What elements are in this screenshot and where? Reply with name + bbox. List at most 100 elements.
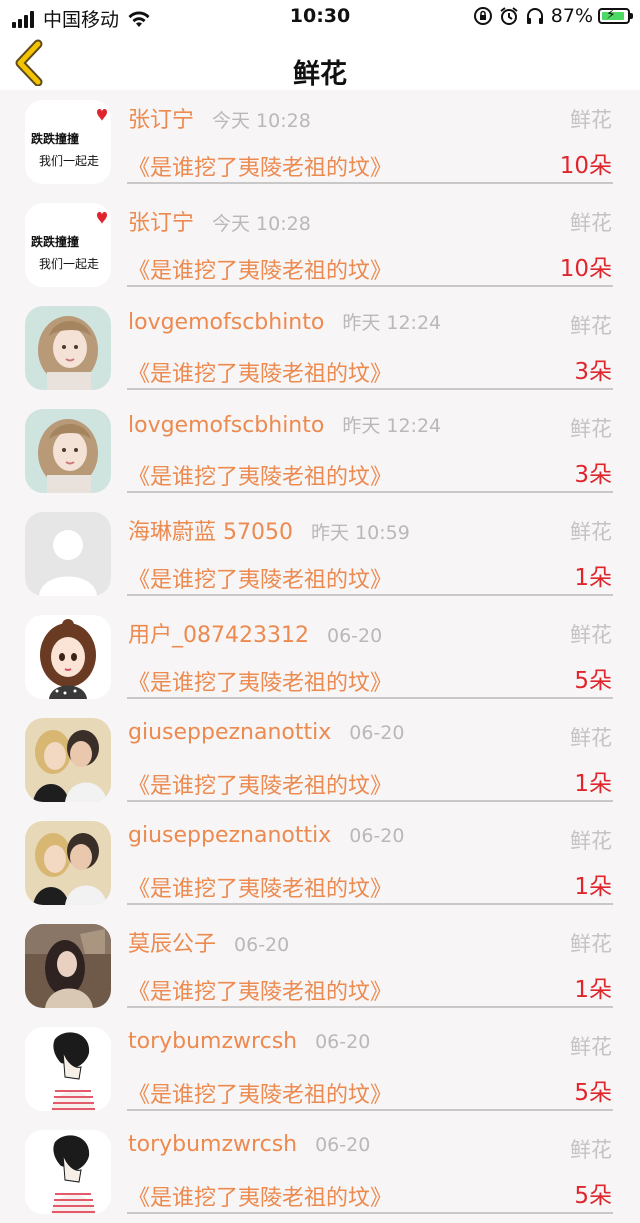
gift-category: 鲜花 [570, 1035, 612, 1059]
avatar[interactable] [25, 615, 111, 699]
timestamp: 06-20 [315, 1134, 371, 1156]
flower-count: 1朵 [574, 565, 612, 591]
book-title-link[interactable]: 《是谁挖了夷陵老祖的坟》 [128, 150, 392, 182]
book-title-link[interactable]: 《是谁挖了夷陵老祖的坟》 [128, 1077, 392, 1109]
username[interactable]: torybumzwrcsh 06-20 [128, 1132, 370, 1157]
username-text: lovgemofscbhinto [128, 413, 325, 438]
avatar[interactable]: 跌跌撞撞我们一起走 [25, 100, 111, 184]
username-text: lovgemofscbhinto [128, 310, 325, 335]
list-item[interactable]: lovgemofscbhinto 昨天 12:24 鲜花《是谁挖了夷陵老祖的坟》 3朵 [0, 399, 640, 502]
battery-percent: 87% [550, 5, 593, 27]
gift-list: 跌跌撞撞 我们一起走 张订宁 今天 10:28 鲜花 《是谁挖了夷陵老祖的坟》 10朵 跌跌撞… [0, 90, 640, 1223]
timestamp: 今天 10:28 [212, 213, 311, 235]
list-item[interactable]: lovgemofscbhinto 昨天 12:24 鲜花《是谁挖了夷陵老祖的坟》 3朵 [0, 296, 640, 399]
flower-count: 5朵 [574, 1183, 612, 1209]
timestamp: 昨天 12:24 [342, 312, 442, 334]
divider [127, 1109, 613, 1111]
timestamp: 06-20 [326, 625, 383, 647]
username[interactable]: 莫辰公子 06-20 [128, 926, 289, 958]
list-item[interactable]: giuseppeznanottix 06-20 鲜花 《是谁挖了夷陵老祖的坟》 1朵 [0, 708, 640, 811]
gift-category: 鲜花 [570, 623, 612, 647]
timestamp: 06-20 [349, 722, 405, 744]
flower-count: 10朵 [559, 256, 612, 282]
alarm-icon [500, 7, 518, 25]
avatar-text-line: 我们一起走 [39, 257, 100, 271]
avatar[interactable] [25, 1130, 111, 1214]
username[interactable]: lovgemofscbhinto 昨天 12:24 [128, 411, 441, 438]
divider [127, 594, 613, 596]
username[interactable]: 海琳蔚蓝 57050 昨天 10:59 [128, 514, 410, 546]
list-item[interactable]: 莫辰公子 06-20 鲜花 《是谁挖了夷陵老祖的坟》 1朵 [0, 914, 640, 1017]
username-text: torybumzwrcsh [128, 1132, 298, 1157]
gift-category: 鲜花 [570, 417, 612, 441]
book-title-link[interactable]: 《是谁挖了夷陵老祖的坟》 [128, 768, 392, 800]
gift-category: 鲜花 [570, 108, 612, 132]
avatar[interactable] [25, 512, 111, 596]
battery-icon: ⚡ [598, 7, 633, 24]
book-title-link[interactable]: 《是谁挖了夷陵老祖的坟》 [128, 974, 392, 1006]
avatar[interactable] [25, 1027, 111, 1111]
username-text: giuseppeznanottix [128, 823, 332, 848]
list-item[interactable]: 跌跌撞撞 我们一起走 张订宁 今天 10:28 鲜花 《是谁挖了夷陵老祖的坟》 10朵 [0, 90, 640, 193]
lock-rotation-icon [473, 7, 492, 25]
divider [127, 1212, 613, 1214]
timestamp: 06-20 [315, 1031, 371, 1053]
divider [127, 491, 613, 493]
username-text: 张订宁 [128, 108, 195, 133]
gift-category: 鲜花 [570, 211, 612, 235]
page-title: 鲜花 [293, 59, 347, 90]
book-title-link[interactable]: 《是谁挖了夷陵老祖的坟》 [128, 871, 392, 903]
avatar[interactable] [25, 718, 111, 802]
username-text: torybumzwrcsh [128, 1029, 298, 1054]
gift-category: 鲜花 [570, 314, 612, 338]
avatar-text-line: 跌跌撞撞 [31, 132, 80, 146]
gift-category: 鲜花 [570, 829, 612, 853]
timestamp: 昨天 12:24 [342, 415, 442, 437]
flower-count: 1朵 [574, 977, 612, 1003]
list-item[interactable]: torybumzwrcsh 06-20 鲜花《是谁挖了夷陵老祖的坟》 5朵 [0, 1017, 640, 1120]
username[interactable]: lovgemofscbhinto 昨天 12:24 [128, 308, 441, 335]
username-text: 海琳蔚蓝 57050 [128, 520, 293, 545]
divider [127, 1006, 613, 1008]
gift-category: 鲜花 [570, 520, 612, 544]
status-right: 87% ⚡ [467, 5, 633, 27]
divider [127, 182, 613, 184]
username[interactable]: 张订宁 今天 10:28 [128, 205, 311, 237]
divider [127, 903, 613, 905]
flower-count: 5朵 [574, 1080, 612, 1106]
timestamp: 今天 10:28 [212, 110, 311, 132]
avatar[interactable] [25, 924, 111, 1008]
book-title-link[interactable]: 《是谁挖了夷陵老祖的坟》 [128, 1180, 392, 1212]
username[interactable]: 用户_087423312 06-20 [128, 617, 382, 649]
divider [127, 697, 613, 699]
book-title-link[interactable]: 《是谁挖了夷陵老祖的坟》 [128, 459, 392, 491]
flower-count: 5朵 [574, 668, 612, 694]
avatar[interactable] [25, 821, 111, 905]
book-title-link[interactable]: 《是谁挖了夷陵老祖的坟》 [128, 253, 392, 285]
username-text: 莫辰公子 [128, 932, 217, 957]
list-item[interactable]: 跌跌撞撞 我们一起走 张订宁 今天 10:28 鲜花《是谁挖了夷陵老祖的坟》 10朵 [0, 193, 640, 296]
username[interactable]: torybumzwrcsh 06-20 [128, 1029, 370, 1054]
flower-count: 3朵 [574, 359, 612, 385]
username-text: 用户_087423312 [128, 623, 309, 648]
avatar-text-line: 我们一起走 [39, 154, 100, 168]
avatar[interactable] [25, 409, 111, 493]
list-item[interactable]: 用户_087423312 06-20 鲜花《是谁挖了夷陵老祖的坟》 5朵 [0, 605, 640, 708]
book-title-link[interactable]: 《是谁挖了夷陵老祖的坟》 [128, 356, 392, 388]
username[interactable]: giuseppeznanottix 06-20 [128, 720, 404, 745]
flower-count: 3朵 [574, 462, 612, 488]
username[interactable]: 张订宁 今天 10:28 [128, 102, 311, 134]
list-item[interactable]: 海琳蔚蓝 57050 昨天 10:59 鲜花《是谁挖了夷陵老祖的坟》 1朵 [0, 502, 640, 605]
flower-count: 1朵 [574, 771, 612, 797]
flower-count: 1朵 [574, 874, 612, 900]
avatar[interactable] [25, 306, 111, 390]
book-title-link[interactable]: 《是谁挖了夷陵老祖的坟》 [128, 665, 392, 697]
book-title-link[interactable]: 《是谁挖了夷陵老祖的坟》 [128, 562, 392, 594]
username-text: giuseppeznanottix [128, 720, 332, 745]
list-item[interactable]: torybumzwrcsh 06-20 鲜花 《是谁挖了夷陵老祖的坟》 5朵 [0, 1120, 640, 1223]
avatar[interactable]: 跌跌撞撞 我们一起走 [25, 203, 111, 287]
list-item[interactable]: giuseppeznanottix 06-20 鲜花《是谁挖了夷陵老祖的坟》 1朵 [0, 811, 640, 914]
divider [127, 388, 613, 390]
divider [127, 285, 613, 287]
username[interactable]: giuseppeznanottix 06-20 [128, 823, 404, 848]
